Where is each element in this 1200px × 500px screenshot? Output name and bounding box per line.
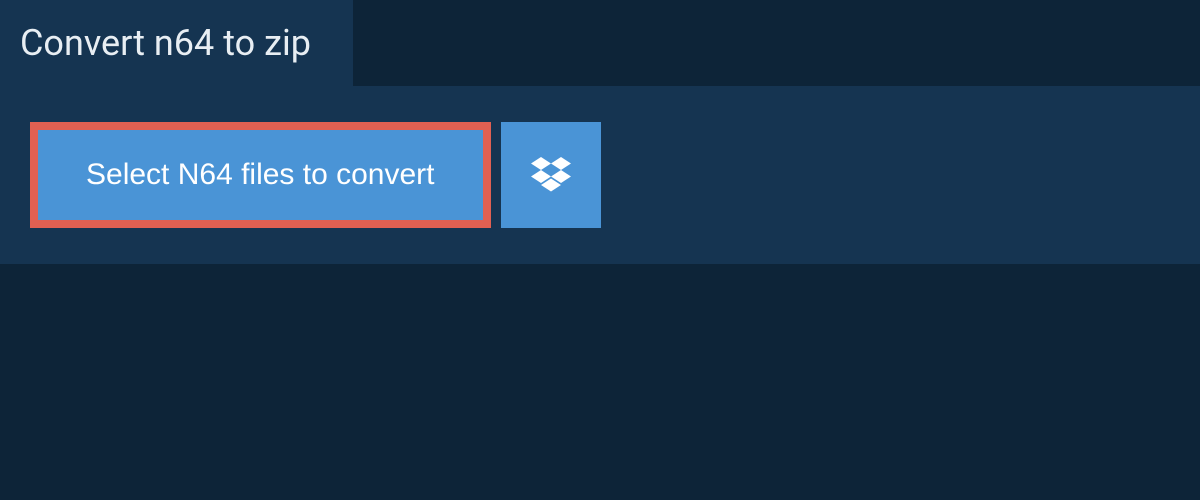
button-group: Select N64 files to convert (30, 122, 1170, 228)
content-area: Select N64 files to convert (0, 86, 1200, 264)
dropbox-button[interactable] (501, 122, 601, 228)
select-files-button[interactable]: Select N64 files to convert (30, 122, 491, 228)
header-tab: Convert n64 to zip (0, 0, 353, 86)
page-title: Convert n64 to zip (20, 22, 311, 64)
select-files-label: Select N64 files to convert (86, 158, 435, 192)
dropbox-icon (531, 157, 571, 193)
